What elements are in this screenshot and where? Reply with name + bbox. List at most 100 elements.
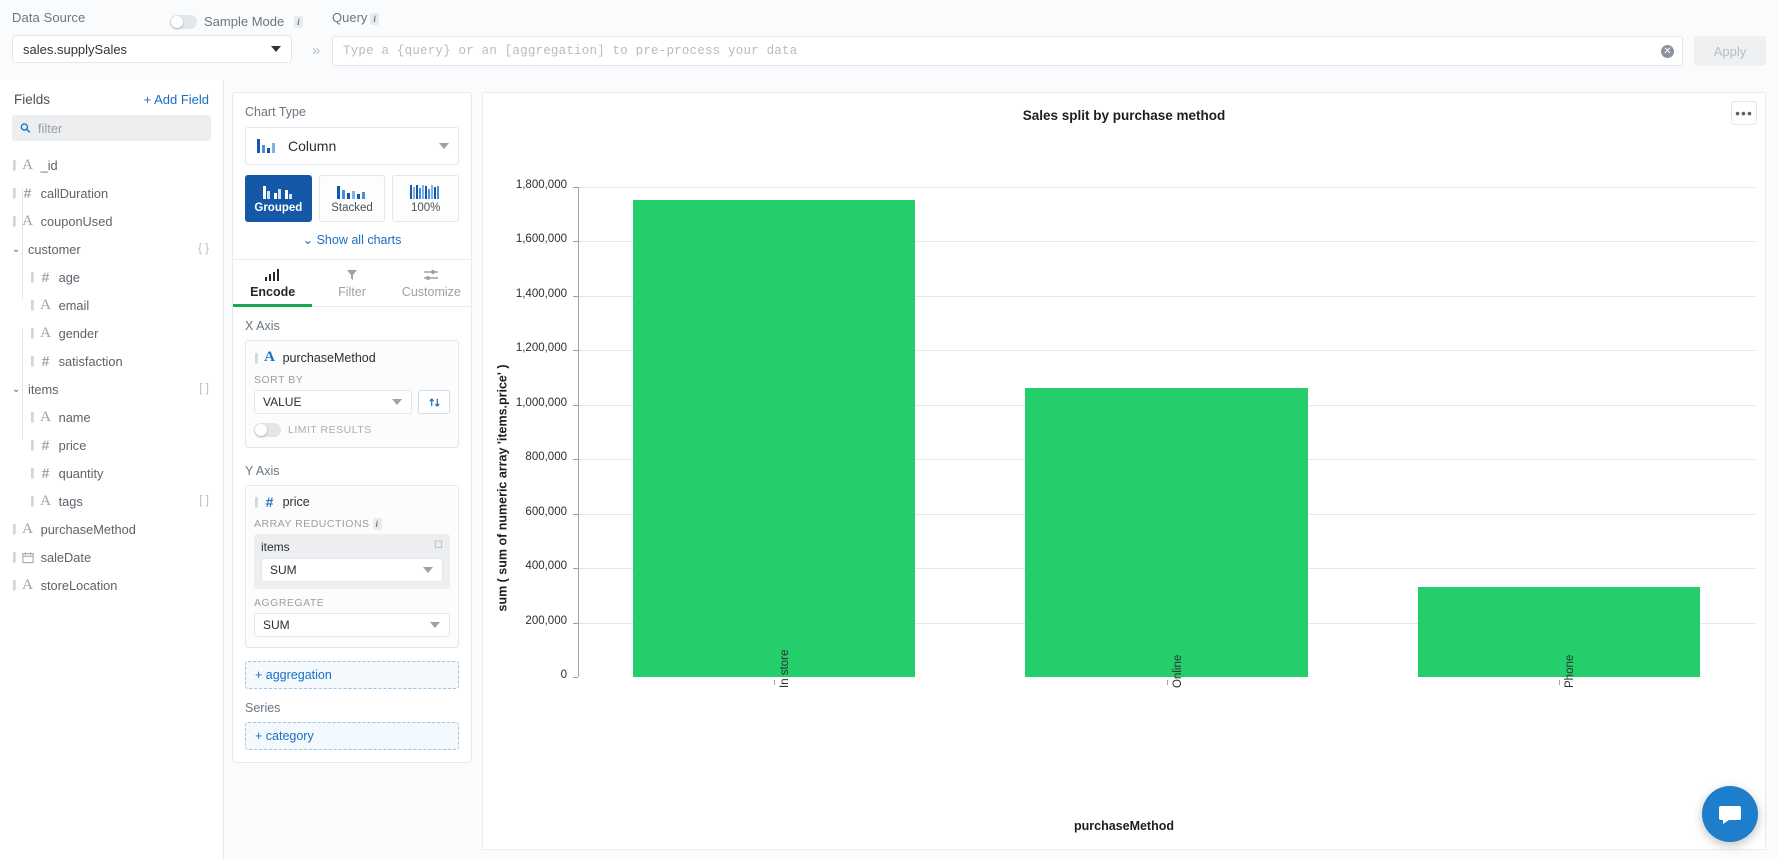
y-axis-section: Y Axis ||| # price ARRAY REDUCTIONS i ite… (233, 452, 471, 652)
x-axis-field-chip[interactable]: ||| A purchaseMethod (254, 349, 450, 366)
bar[interactable] (1417, 587, 1701, 677)
string-type-icon: A (22, 520, 33, 537)
tab-customize[interactable]: Customize (392, 260, 471, 306)
drag-handle-icon[interactable]: ||| (12, 187, 16, 199)
double-chevron-right-icon[interactable]: » (312, 42, 320, 59)
number-type-icon: # (41, 269, 50, 285)
field-label: quantity (58, 465, 104, 481)
sample-mode-label: Sample Mode (204, 14, 285, 29)
drag-handle-icon[interactable]: ||| (30, 355, 34, 367)
drag-handle-icon[interactable]: ||| (12, 523, 16, 535)
limit-results-row[interactable]: LIMIT RESULTS (254, 423, 450, 437)
data-source-select[interactable]: sales.supplySales (12, 35, 292, 63)
sample-mode-control[interactable]: Sample Mode i (170, 14, 303, 29)
field-row[interactable]: ||| saleDate (0, 543, 223, 571)
tab-customize-label: Customize (401, 285, 461, 299)
field-row[interactable]: ⌄ items [ ] (0, 375, 223, 403)
string-type-icon: A (264, 349, 275, 365)
drag-handle-icon[interactable]: ||| (12, 159, 16, 171)
add-category-button[interactable]: + category (245, 722, 459, 751)
drag-handle-icon[interactable]: ||| (12, 215, 16, 227)
array-reductions-info-icon[interactable]: i (372, 518, 382, 531)
sort-by-label: SORT BY (254, 374, 304, 386)
sort-direction-button[interactable] (418, 390, 450, 414)
drag-handle-icon[interactable]: ||| (30, 271, 34, 283)
chart-type-select[interactable]: Column (245, 127, 459, 165)
field-row[interactable]: ||| AstoreLocation (0, 571, 223, 599)
query-input-wrapper[interactable]: ✕ (332, 36, 1683, 66)
tab-filter[interactable]: Filter (312, 260, 391, 306)
field-row[interactable]: ||| # age (0, 263, 223, 291)
drag-handle-icon[interactable]: ||| (30, 439, 34, 451)
drag-handle-icon[interactable]: ||| (254, 352, 258, 364)
variant-100-button[interactable]: 100% (392, 175, 460, 222)
field-row[interactable]: ||| Agender (0, 319, 223, 347)
funnel-icon (312, 269, 391, 282)
sample-mode-info-icon[interactable]: i (294, 15, 303, 28)
field-row[interactable]: ||| AcouponUsed (0, 207, 223, 235)
query-label: Query (332, 10, 368, 25)
field-row[interactable]: ||| Aname (0, 403, 223, 431)
query-input[interactable] (343, 44, 1672, 58)
field-row[interactable]: ||| Aemail (0, 291, 223, 319)
number-type-icon: # (23, 185, 32, 201)
clear-icon[interactable]: ✕ (1661, 44, 1674, 58)
drag-handle-icon[interactable]: ||| (30, 299, 34, 311)
field-row[interactable]: ||| # price (0, 431, 223, 459)
drag-handle-icon[interactable]: ||| (30, 411, 34, 423)
chevron-down-icon[interactable]: ⌄ (12, 384, 22, 395)
field-row[interactable]: ||| # satisfaction (0, 347, 223, 375)
aggregate-select[interactable]: SUM (254, 613, 450, 638)
field-row[interactable]: ||| A _id (0, 151, 223, 179)
field-row[interactable]: ||| Atags [ ] (0, 487, 223, 515)
chevron-down-icon[interactable]: ⌄ (12, 244, 22, 255)
field-row[interactable]: ⌄ customer { } (0, 235, 223, 263)
drag-handle-icon[interactable]: ||| (12, 579, 16, 591)
field-label: satisfaction (58, 353, 123, 369)
sliders-icon (392, 269, 471, 282)
drag-handle-icon[interactable]: ||| (30, 327, 34, 339)
limit-results-toggle[interactable] (254, 423, 281, 437)
field-label: items (28, 381, 59, 397)
data-source-value: sales.supplySales (23, 41, 128, 57)
chevron-down-icon (423, 567, 433, 574)
aggregate-value: SUM (263, 618, 290, 633)
add-field-button[interactable]: + Add Field (144, 92, 209, 107)
x-axis-tick-label: In store (779, 649, 792, 688)
chat-launcher-button[interactable] (1702, 786, 1758, 842)
add-aggregation-button[interactable]: + aggregation (245, 661, 459, 690)
apply-button[interactable]: Apply (1694, 36, 1766, 66)
variant-stacked-button[interactable]: Stacked (318, 175, 386, 222)
drag-handle-icon[interactable]: ||| (30, 467, 34, 479)
array-reduction-select[interactable]: SUM (261, 558, 443, 583)
field-row[interactable]: ||| ApurchaseMethod (0, 515, 223, 543)
field-row[interactable]: ||| # callDuration (0, 179, 223, 207)
show-all-charts-button[interactable]: ⌄ Show all charts (245, 222, 459, 249)
bar[interactable] (1025, 388, 1308, 677)
chevron-down-icon (439, 143, 449, 149)
expand-icon[interactable]: ☐ (434, 540, 443, 551)
sample-mode-toggle[interactable] (170, 14, 197, 29)
field-filter-box[interactable] (12, 115, 211, 141)
drag-handle-icon[interactable]: ||| (254, 496, 258, 508)
chart-variant-group: Grouped Stacked 100% (245, 175, 460, 222)
bar[interactable] (632, 200, 916, 677)
variant-grouped-button[interactable]: Grouped (245, 175, 312, 222)
field-type-badge: [ ] (199, 495, 209, 507)
field-type-badge: { } (198, 243, 209, 255)
chart-plot-area[interactable]: 0 200,000 400,000 600,000 800,000 1,000,000 1,… (483, 93, 1767, 851)
sort-by-value: VALUE (263, 395, 302, 409)
field-filter-input[interactable] (37, 120, 203, 136)
drag-handle-icon[interactable]: ||| (30, 495, 34, 507)
limit-results-label: LIMIT RESULTS (288, 424, 372, 436)
field-row[interactable]: ||| # quantity (0, 459, 223, 487)
tab-encode[interactable]: Encode (233, 260, 313, 307)
field-label: gender (58, 325, 99, 341)
sort-by-select[interactable]: VALUE (254, 390, 412, 414)
query-info-icon[interactable]: i (370, 12, 379, 25)
array-reductions-label: ARRAY REDUCTIONS i (254, 518, 450, 531)
y-axis-field-chip[interactable]: ||| # price (254, 494, 450, 510)
tree-guide-line (22, 328, 23, 440)
drag-handle-icon[interactable]: ||| (12, 551, 16, 563)
chevron-down-icon: ⌄ (302, 233, 314, 247)
